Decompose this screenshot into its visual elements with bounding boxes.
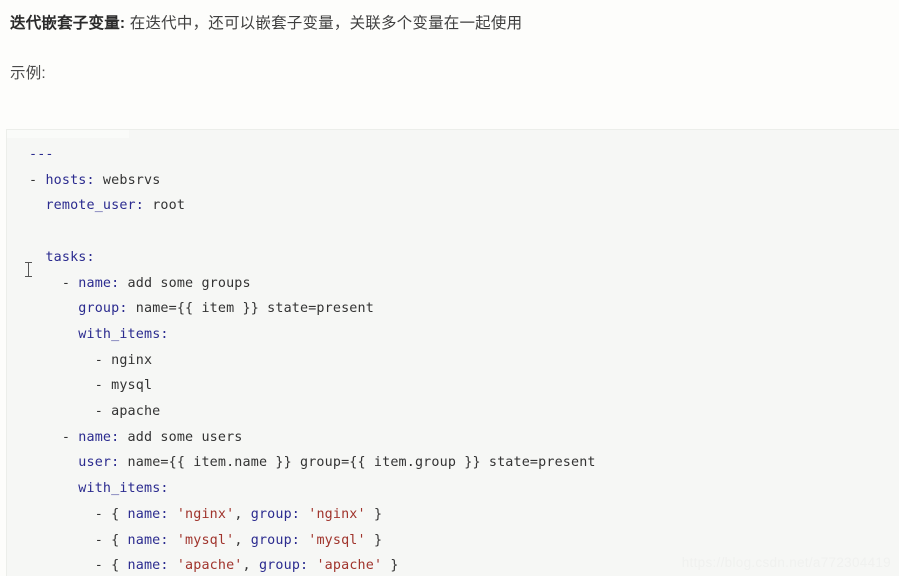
code-token: - apache <box>29 404 161 420</box>
code-token: with_items: <box>78 481 169 497</box>
code-token: 'apache' <box>316 558 383 574</box>
code-token: 'mysql' <box>308 532 366 548</box>
code-token: 'nginx' <box>308 506 366 522</box>
code-token: add some groups <box>119 275 251 291</box>
code-token: - <box>29 275 79 291</box>
paragraph-example-label: 示例: <box>10 65 46 83</box>
code-token: - <box>29 429 79 445</box>
code-token: , <box>234 532 251 548</box>
code-token: group: <box>258 558 309 574</box>
code-token: - nginx <box>29 352 153 368</box>
code-token: name: <box>127 506 169 522</box>
paragraph-description: 在迭代中，还可以嵌套子变量，关联多个变量在一起使用 <box>125 15 523 32</box>
code-token: name={{ item }} state=present <box>127 301 374 317</box>
code-token: add some users <box>119 429 243 445</box>
code-block-header-tab <box>7 130 129 138</box>
code-token: - { <box>29 558 128 574</box>
yaml-source: --- - hosts: websrvs remote_user: root t… <box>29 147 899 573</box>
code-token: group: <box>250 532 301 548</box>
code-token: - { <box>29 532 128 548</box>
article-body: 迭代嵌套子变量: 在迭代中，还可以嵌套子变量，关联多个变量在一起使用 示例: <box>0 0 899 86</box>
code-token: - mysql <box>29 378 153 394</box>
paragraph-definition: 迭代嵌套子变量: 在迭代中，还可以嵌套子变量，关联多个变量在一起使用 <box>10 0 899 36</box>
code-token: hosts: <box>45 172 95 188</box>
code-token: 'mysql' <box>176 532 235 548</box>
code-token: } <box>365 532 383 548</box>
code-token: , <box>242 558 259 574</box>
code-token: user: <box>78 455 120 471</box>
code-block[interactable]: --- - hosts: websrvs remote_user: root t… <box>6 129 899 576</box>
code-token: tasks: <box>45 249 95 265</box>
code-token: name: <box>127 532 169 548</box>
code-token: name: <box>127 558 169 574</box>
code-token: name: <box>78 275 120 291</box>
code-token: - { <box>29 506 128 522</box>
watermark: https://blog.csdn.net/a772304419 <box>681 555 891 570</box>
code-token: - <box>29 172 46 188</box>
code-block-content[interactable]: --- - hosts: websrvs remote_user: root t… <box>7 130 899 576</box>
code-token: 'nginx' <box>176 506 235 522</box>
code-token: } <box>365 506 383 522</box>
code-token: websrvs <box>94 172 161 188</box>
code-token: name={{ item.name }} group={{ item.group… <box>119 455 596 471</box>
code-token: --- <box>29 147 54 162</box>
code-token: group: <box>250 506 301 522</box>
code-token: group: <box>78 301 128 317</box>
code-token: , <box>234 506 251 522</box>
code-token: 'apache' <box>176 558 243 574</box>
code-token: } <box>382 558 399 574</box>
code-token: with_items: <box>78 326 169 342</box>
code-token: root <box>143 198 186 214</box>
code-token: name: <box>78 429 120 445</box>
code-token: remote_user: <box>45 198 144 214</box>
paragraph-lead-term: 迭代嵌套子变量: <box>10 15 126 32</box>
